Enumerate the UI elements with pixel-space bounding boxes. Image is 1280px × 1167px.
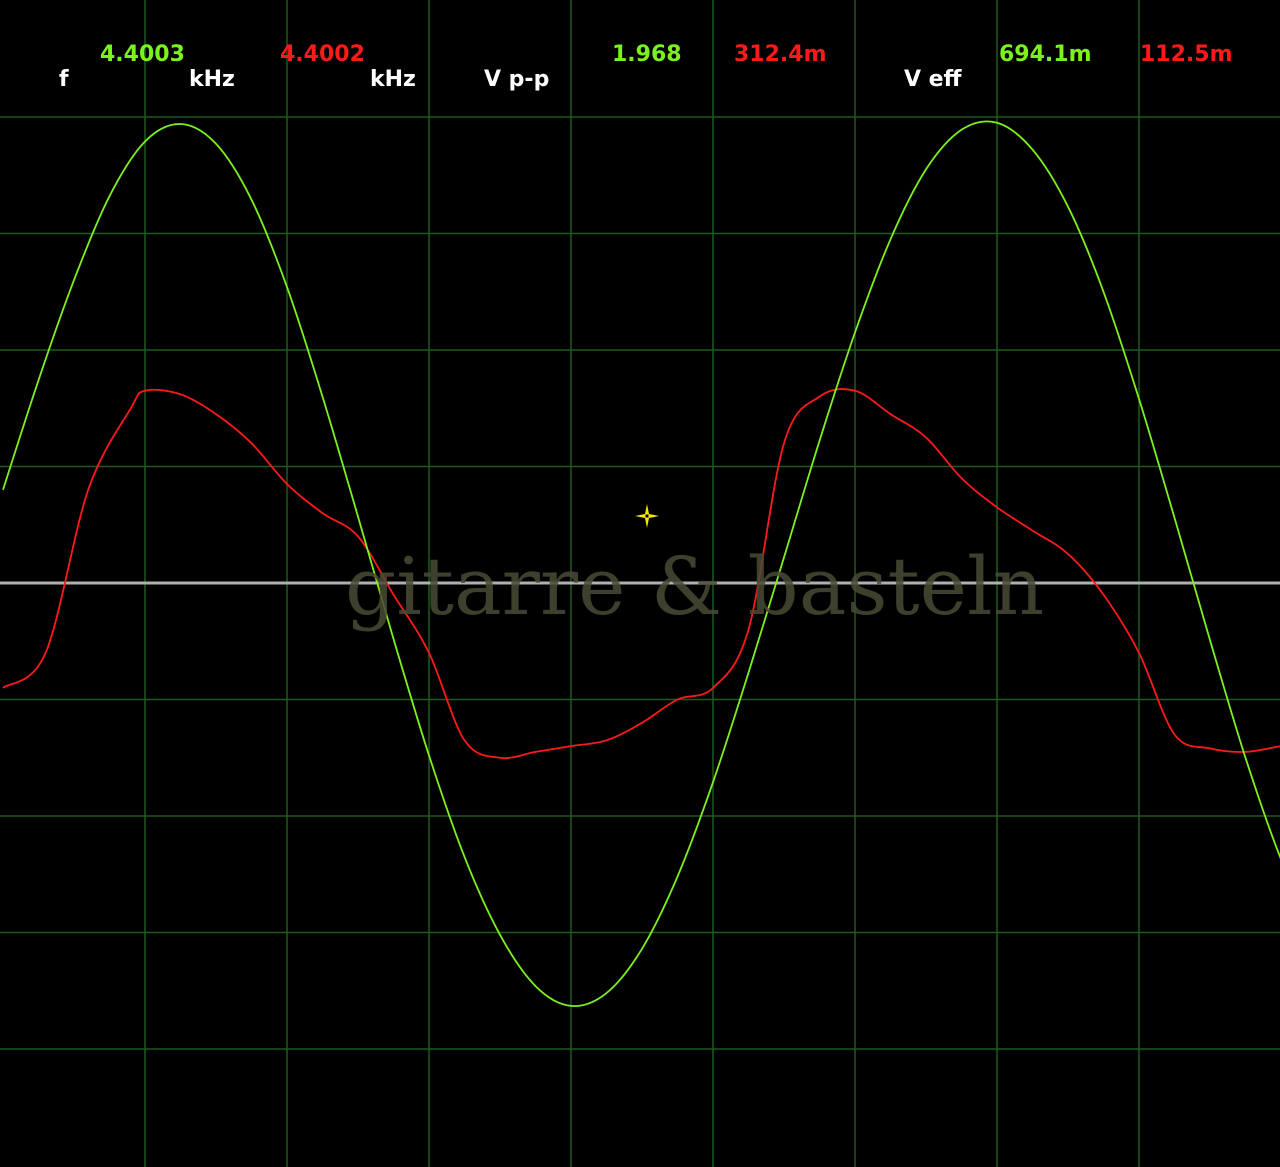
trace-channel-2 xyxy=(2,388,1280,760)
vpp-label: V p-p xyxy=(484,67,550,92)
trace-channel-1 xyxy=(2,120,1280,1007)
veff-label: V eff xyxy=(904,67,962,92)
frequency-label: f xyxy=(59,67,69,92)
frequency-ch2-value: 4.4002 xyxy=(280,42,365,67)
crosshair-cursor-icon[interactable] xyxy=(634,503,660,529)
frequency-ch1-value: 4.4003 xyxy=(100,42,185,67)
frequency-ch2-unit: kHz xyxy=(370,67,416,92)
vpp-ch1-value: 1.968 xyxy=(612,42,682,67)
frequency-ch1-unit: kHz xyxy=(189,67,235,92)
veff-ch1-value: 694.1m xyxy=(999,42,1092,67)
veff-ch2-value: 112.5m xyxy=(1140,42,1233,67)
vpp-ch2-value: 312.4m xyxy=(734,42,827,67)
traces xyxy=(2,120,1280,1007)
oscilloscope-display xyxy=(0,0,1280,1167)
